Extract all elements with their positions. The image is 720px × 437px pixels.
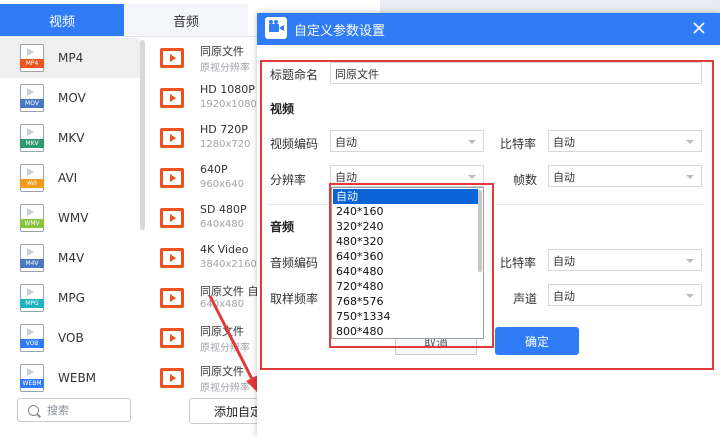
ok-button[interactable]: 确定: [495, 327, 579, 355]
chevron-down-icon: [468, 175, 476, 179]
audio-bitrate-label: 比特率: [500, 256, 537, 270]
sample-rate-label: 取样频率: [270, 292, 319, 306]
title-label: 标题命名: [270, 68, 319, 82]
title-input[interactable]: 同原文件: [330, 62, 702, 84]
video-codec-label: 视频编码: [270, 137, 319, 151]
chevron-down-icon: [468, 140, 476, 144]
channel-label: 声道: [513, 292, 538, 306]
chevron-down-icon: [686, 294, 694, 298]
select-value: 自动: [553, 136, 575, 149]
bitrate-select[interactable]: 自动: [548, 130, 702, 152]
fps-label: 帧数: [513, 173, 538, 187]
fps-select[interactable]: 自动: [548, 165, 702, 187]
close-icon[interactable]: [690, 19, 708, 37]
audio-codec-label: 音频编码: [270, 256, 319, 270]
select-value: 自动: [553, 255, 575, 268]
chevron-down-icon: [686, 259, 694, 263]
select-value: 自动: [553, 171, 575, 184]
dialog-title: 自定义参数设置: [294, 24, 386, 39]
annotation-frame: [329, 183, 494, 348]
title-input-value: 同原文件: [335, 68, 379, 81]
resolution-label: 分辨率: [270, 173, 307, 187]
video-codec-select[interactable]: 自动: [330, 130, 484, 152]
audio-section-heading: 音频: [270, 220, 295, 234]
select-value: 自动: [335, 136, 357, 149]
chevron-down-icon: [686, 175, 694, 179]
app-logo-icon: [265, 17, 287, 39]
channel-select[interactable]: 自动: [548, 284, 702, 306]
video-section-heading: 视频: [270, 102, 295, 116]
bitrate-label: 比特率: [500, 137, 537, 151]
section-divider: [268, 204, 328, 205]
section-divider: [496, 204, 704, 205]
select-value: 自动: [553, 290, 575, 303]
chevron-down-icon: [686, 140, 694, 144]
audio-bitrate-select[interactable]: 自动: [548, 249, 702, 271]
